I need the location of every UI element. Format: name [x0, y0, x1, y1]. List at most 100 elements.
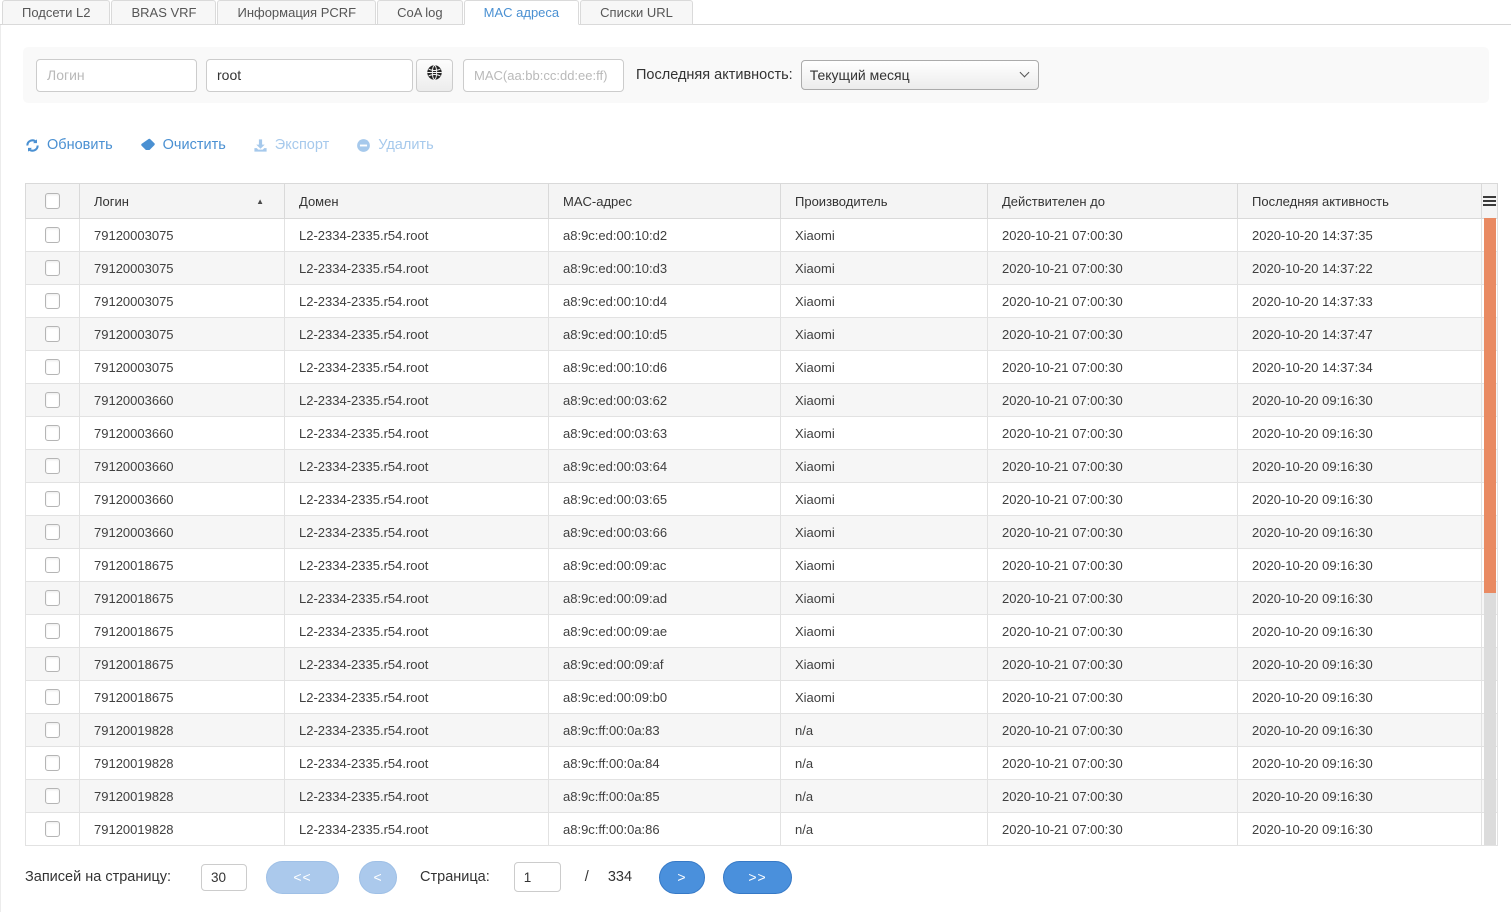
vertical-scrollbar-track[interactable]	[1484, 218, 1496, 845]
row-checkbox[interactable]	[45, 425, 60, 441]
tab-6[interactable]: Списки URL	[580, 0, 693, 25]
tab-1[interactable]: Подсети L2	[2, 0, 110, 25]
clear-button[interactable]: Очистить	[140, 137, 226, 153]
row-checkbox[interactable]	[45, 689, 60, 705]
cell-last-activity: 2020-10-20 14:37:47	[1238, 318, 1482, 351]
row-checkbox[interactable]	[45, 623, 60, 639]
page-input[interactable]	[514, 862, 561, 892]
row-checkbox-cell	[26, 219, 80, 252]
cell-vendor: Xiaomi	[781, 648, 988, 681]
last-page-button[interactable]: >>	[723, 861, 792, 894]
cell-vendor: Xiaomi	[781, 549, 988, 582]
columns-menu-button[interactable]	[1483, 196, 1496, 206]
cell-valid-until: 2020-10-21 07:00:30	[988, 747, 1238, 780]
tab-3[interactable]: Информация PCRF	[217, 0, 376, 25]
column-header-login[interactable]: Логин▲	[80, 184, 285, 219]
row-checkbox-cell	[26, 417, 80, 450]
row-checkbox-cell	[26, 384, 80, 417]
table-header-row: Логин▲ДоменMAC-адресПроизводительДействи…	[26, 184, 1498, 219]
login-input[interactable]	[36, 59, 197, 92]
select-all-checkbox[interactable]	[45, 193, 60, 209]
tab-5[interactable]: MAC адреса	[464, 0, 580, 25]
row-checkbox-cell	[26, 747, 80, 780]
cell-vendor: Xiaomi	[781, 384, 988, 417]
cell-valid-until: 2020-10-21 07:00:30	[988, 285, 1238, 318]
row-checkbox[interactable]	[45, 491, 60, 507]
row-checkbox[interactable]	[45, 788, 60, 804]
row-checkbox[interactable]	[45, 359, 60, 375]
cell-mac: a8:9c:ed:00:03:62	[549, 384, 781, 417]
row-checkbox[interactable]	[45, 557, 60, 573]
row-checkbox[interactable]	[45, 755, 60, 771]
domain-lookup-button[interactable]	[416, 59, 453, 92]
cell-valid-until: 2020-10-21 07:00:30	[988, 483, 1238, 516]
cell-domain: L2-2334-2335.r54.root	[285, 384, 549, 417]
cell-login: 79120018675	[80, 615, 285, 648]
refresh-button[interactable]: Обновить	[25, 137, 113, 153]
row-checkbox[interactable]	[45, 458, 60, 474]
row-checkbox-cell	[26, 681, 80, 714]
cell-valid-until: 2020-10-21 07:00:30	[988, 417, 1238, 450]
row-checkbox[interactable]	[45, 722, 60, 738]
table-row: 79120018675L2-2334-2335.r54.roota8:9c:ed…	[26, 615, 1498, 648]
cell-last-activity: 2020-10-20 09:16:30	[1238, 813, 1482, 846]
clear-button-label: Очистить	[163, 137, 226, 153]
domain-input[interactable]	[206, 59, 413, 92]
cell-mac: a8:9c:ed:00:03:64	[549, 450, 781, 483]
cell-vendor: Xiaomi	[781, 516, 988, 549]
row-checkbox[interactable]	[45, 392, 60, 408]
row-checkbox[interactable]	[45, 227, 60, 243]
cell-valid-until: 2020-10-21 07:00:30	[988, 714, 1238, 747]
per-page-input[interactable]	[201, 864, 247, 891]
vertical-scrollbar-thumb[interactable]	[1484, 218, 1496, 593]
cell-mac: a8:9c:ff:00:0a:85	[549, 780, 781, 813]
next-page-button[interactable]: >	[659, 861, 705, 894]
cell-last-activity: 2020-10-20 09:16:30	[1238, 582, 1482, 615]
table-row: 79120018675L2-2334-2335.r54.roota8:9c:ed…	[26, 648, 1498, 681]
column-header-mac[interactable]: MAC-адрес	[549, 184, 781, 219]
mac-input[interactable]	[463, 59, 624, 92]
cell-login: 79120003660	[80, 516, 285, 549]
last-activity-select[interactable]: Текущий месяц	[801, 60, 1039, 90]
cell-mac: a8:9c:ed:00:09:ad	[549, 582, 781, 615]
cell-vendor: Xiaomi	[781, 219, 988, 252]
table-row: 79120003660L2-2334-2335.r54.roota8:9c:ed…	[26, 417, 1498, 450]
cell-last-activity: 2020-10-20 09:16:30	[1238, 450, 1482, 483]
row-checkbox[interactable]	[45, 293, 60, 309]
tab-4[interactable]: CoA log	[377, 0, 463, 25]
row-checkbox-cell	[26, 780, 80, 813]
table-row: 79120019828L2-2334-2335.r54.roota8:9c:ff…	[26, 780, 1498, 813]
table-row: 79120003660L2-2334-2335.r54.roota8:9c:ed…	[26, 450, 1498, 483]
previous-page-button[interactable]: <	[359, 861, 397, 894]
row-checkbox[interactable]	[45, 821, 60, 837]
first-page-button[interactable]: <<	[266, 861, 339, 894]
column-header-last-activity[interactable]: Последняя активность	[1238, 184, 1482, 219]
row-checkbox[interactable]	[45, 260, 60, 276]
per-page-label: Записей на страницу:	[25, 869, 171, 885]
row-checkbox-cell	[26, 615, 80, 648]
tab-2[interactable]: BRAS VRF	[111, 0, 216, 25]
column-header-domain[interactable]: Домен	[285, 184, 549, 219]
cell-valid-until: 2020-10-21 07:00:30	[988, 648, 1238, 681]
cell-last-activity: 2020-10-20 09:16:30	[1238, 516, 1482, 549]
column-header-vendor[interactable]: Производитель	[781, 184, 988, 219]
row-checkbox[interactable]	[45, 326, 60, 342]
cell-valid-until: 2020-10-21 07:00:30	[988, 351, 1238, 384]
export-button[interactable]: Экспорт	[253, 137, 329, 153]
cell-login: 79120003660	[80, 483, 285, 516]
cell-vendor: Xiaomi	[781, 681, 988, 714]
cell-login: 79120018675	[80, 648, 285, 681]
row-checkbox[interactable]	[45, 656, 60, 672]
cell-mac: a8:9c:ff:00:0a:83	[549, 714, 781, 747]
cell-domain: L2-2334-2335.r54.root	[285, 714, 549, 747]
row-checkbox[interactable]	[45, 590, 60, 606]
table-row: 79120019828L2-2334-2335.r54.roota8:9c:ff…	[26, 813, 1498, 846]
cell-last-activity: 2020-10-20 09:16:30	[1238, 417, 1482, 450]
row-checkbox[interactable]	[45, 524, 60, 540]
cell-domain: L2-2334-2335.r54.root	[285, 516, 549, 549]
cell-login: 79120003075	[80, 318, 285, 351]
mac-table: Логин▲ДоменMAC-адресПроизводительДействи…	[25, 183, 1497, 846]
delete-button[interactable]: Удалить	[356, 137, 433, 153]
cell-domain: L2-2334-2335.r54.root	[285, 285, 549, 318]
column-header-valid-until[interactable]: Действителен до	[988, 184, 1238, 219]
